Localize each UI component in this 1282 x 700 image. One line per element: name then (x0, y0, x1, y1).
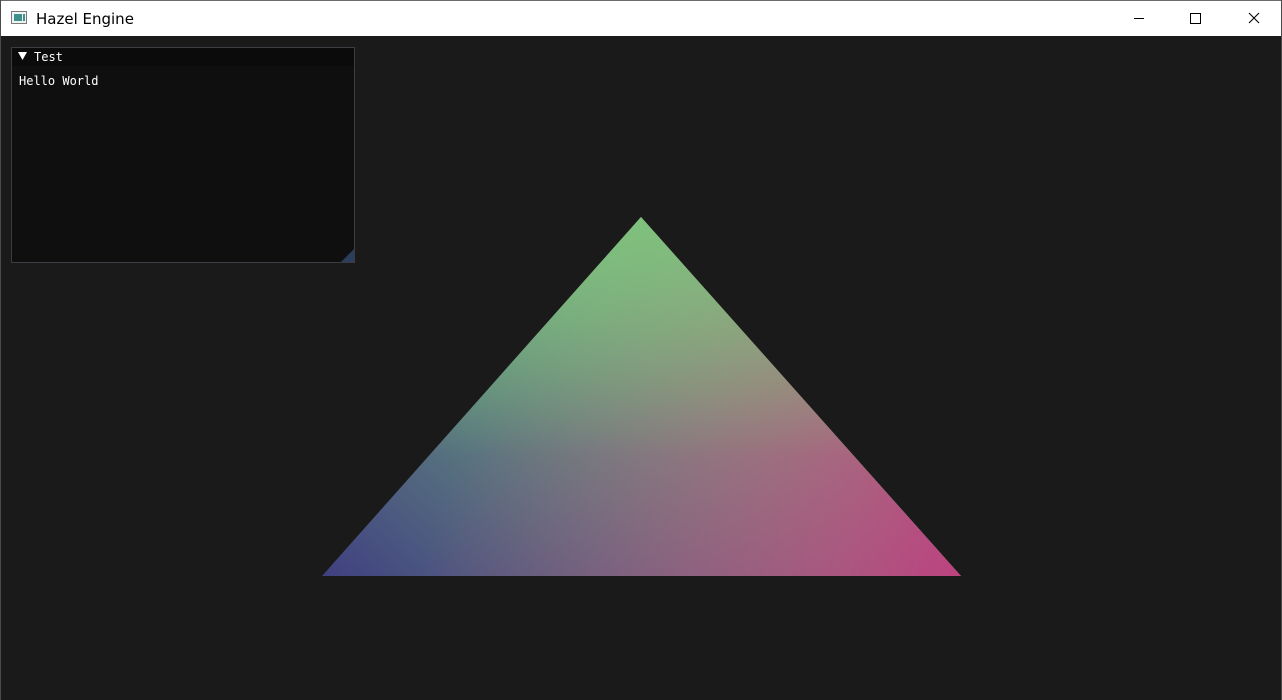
imgui-title-bar[interactable]: Test (12, 48, 354, 66)
gradient-triangle (322, 217, 961, 576)
minimize-icon (1134, 18, 1144, 19)
resize-grip-icon[interactable] (341, 249, 354, 262)
close-button[interactable] (1225, 1, 1281, 36)
app-window: Hazel Engine Test Hello World (0, 0, 1282, 700)
imgui-window-title: Test (34, 50, 63, 64)
render-viewport[interactable]: Test Hello World (1, 36, 1281, 700)
application-window-icon (11, 11, 27, 24)
maximize-icon (1190, 13, 1201, 24)
title-bar[interactable]: Hazel Engine (1, 0, 1281, 36)
maximize-button[interactable] (1167, 1, 1223, 36)
window-title: Hazel Engine (36, 10, 134, 28)
close-icon (1248, 12, 1260, 24)
imgui-text-label: Hello World (19, 74, 99, 88)
imgui-test-window[interactable]: Test Hello World (11, 47, 355, 263)
minimize-button[interactable] (1111, 1, 1167, 36)
collapse-arrow-icon[interactable] (18, 52, 28, 61)
